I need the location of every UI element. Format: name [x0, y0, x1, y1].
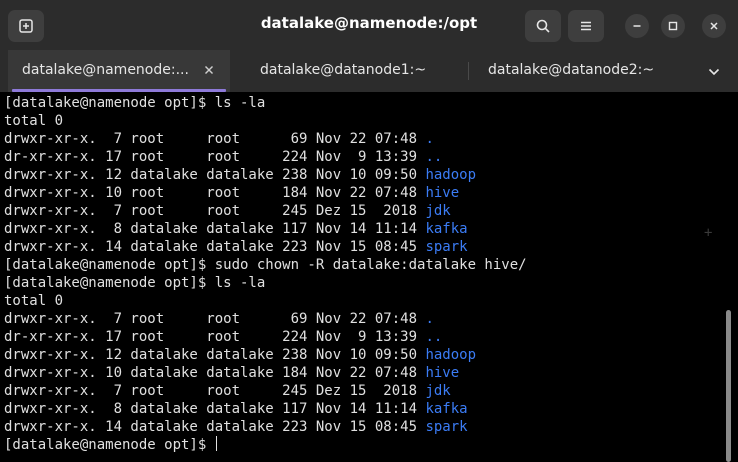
- directory-name: spark: [425, 239, 468, 255]
- tab-label: datalake@namenode:...: [22, 62, 189, 78]
- directory-name: ..: [425, 329, 443, 345]
- terminal-line: drwxr-xr-x. 10 datalake datalake 184 Nov…: [4, 365, 460, 381]
- terminal-line: [datalake@namenode opt]$ ls -la: [4, 95, 266, 111]
- tab-datanode1[interactable]: datalake@datanode1:~: [238, 50, 460, 92]
- window-title: datalake@namenode:/opt: [260, 14, 478, 32]
- terminal-window: datalake@namenode:/opt datalake@namenode…: [0, 0, 738, 462]
- directory-name: spark: [425, 419, 468, 435]
- close-icon: [710, 22, 718, 30]
- new-tab-icon: [19, 19, 33, 33]
- terminal-line: drwxr-xr-x. 7 root root 245 Dez 15 2018 …: [4, 203, 451, 219]
- terminal-output[interactable]: [datalake@namenode opt]$ ls -la total 0 …: [0, 92, 738, 462]
- maximize-button[interactable]: [661, 14, 685, 38]
- terminal-line: drwxr-xr-x. 12 datalake datalake 238 Nov…: [4, 167, 477, 183]
- terminal-line: dr-xr-xr-x. 17 root root 224 Nov 9 13:39…: [4, 149, 443, 165]
- crosshair-icon: +: [704, 225, 713, 241]
- tab-namenode[interactable]: datalake@namenode:...: [8, 50, 230, 92]
- directory-name: hive: [425, 365, 460, 381]
- tab-separator: [468, 62, 469, 80]
- terminal-prompt-line[interactable]: [datalake@namenode opt]$: [4, 436, 527, 454]
- text-cursor: [215, 436, 217, 451]
- tab-label: datalake@datanode1:~: [260, 62, 427, 78]
- directory-name: jdk: [425, 203, 451, 219]
- terminal-line: [datalake@namenode opt]$ ls -la: [4, 275, 266, 291]
- close-icon: [205, 66, 213, 74]
- maximize-icon: [668, 21, 678, 31]
- terminal-line: drwxr-xr-x. 14 datalake datalake 223 Nov…: [4, 239, 468, 255]
- directory-name: hive: [425, 185, 460, 201]
- directory-name: kafka: [425, 221, 468, 237]
- terminal-line: total 0: [4, 293, 64, 309]
- terminal-scrollbar[interactable]: [726, 310, 731, 462]
- directory-name: .: [425, 311, 434, 327]
- terminal-line: drwxr-xr-x. 7 root root 245 Dez 15 2018 …: [4, 383, 451, 399]
- directory-name: ..: [425, 149, 443, 165]
- search-icon: [536, 19, 550, 33]
- directory-name: jdk: [425, 383, 451, 399]
- menu-button[interactable]: [568, 10, 604, 42]
- tab-close-button[interactable]: [202, 63, 216, 77]
- terminal-line: drwxr-xr-x. 8 datalake datalake 117 Nov …: [4, 401, 468, 417]
- terminal-lines: [datalake@namenode opt]$ ls -la total 0 …: [4, 94, 527, 454]
- prompt: [datalake@namenode opt]$: [4, 437, 215, 453]
- directory-name: hadoop: [425, 167, 477, 183]
- hamburger-menu-icon: [581, 21, 591, 31]
- tab-bar: datalake@namenode:... datalake@datanode1…: [0, 50, 738, 92]
- new-tab-button[interactable]: [8, 10, 44, 42]
- chevron-down-icon: [708, 68, 720, 76]
- tab-list-button[interactable]: [702, 62, 726, 82]
- directory-name: hadoop: [425, 347, 477, 363]
- terminal-line: drwxr-xr-x. 7 root root 69 Nov 22 07:48 …: [4, 311, 434, 327]
- minimize-icon: [633, 25, 641, 27]
- directory-name: .: [425, 131, 434, 147]
- close-button[interactable]: [702, 14, 726, 38]
- tab-datanode2[interactable]: datalake@datanode2:~: [470, 50, 692, 92]
- search-button[interactable]: [525, 10, 561, 42]
- tab-label: datalake@datanode2:~: [488, 62, 655, 78]
- terminal-line: drwxr-xr-x. 14 datalake datalake 223 Nov…: [4, 419, 468, 435]
- terminal-line: [datalake@namenode opt]$ sudo chown -R d…: [4, 257, 527, 273]
- directory-name: kafka: [425, 401, 468, 417]
- terminal-line: drwxr-xr-x. 10 root root 184 Nov 22 07:4…: [4, 185, 460, 201]
- terminal-line: drwxr-xr-x. 7 root root 69 Nov 22 07:48 …: [4, 131, 434, 147]
- terminal-line: drwxr-xr-x. 12 datalake datalake 238 Nov…: [4, 347, 477, 363]
- terminal-line: total 0: [4, 113, 64, 129]
- terminal-line: drwxr-xr-x. 8 datalake datalake 117 Nov …: [4, 221, 468, 237]
- minimize-button[interactable]: [625, 14, 649, 38]
- header-bar: datalake@namenode:/opt: [0, 0, 738, 50]
- terminal-line: dr-xr-xr-x. 17 root root 224 Nov 9 13:39…: [4, 329, 443, 345]
